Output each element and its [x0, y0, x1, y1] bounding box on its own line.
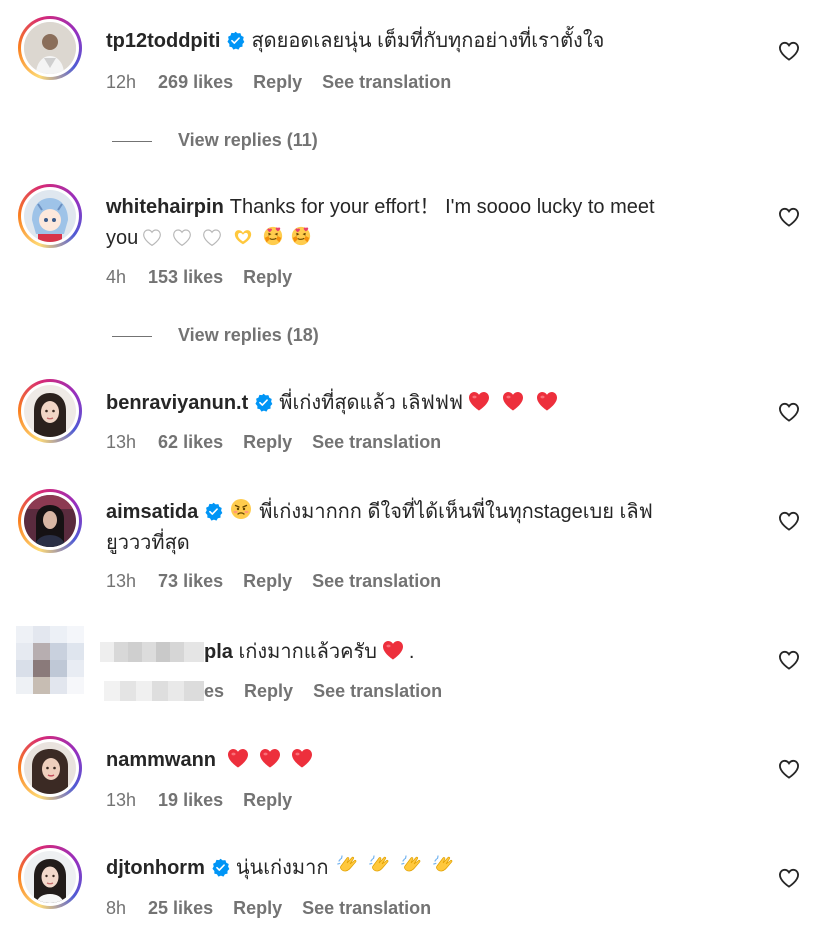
comment-username[interactable]: tp12toddpiti: [106, 30, 220, 52]
avatar-image: [24, 742, 76, 794]
comment-text: พี่เก่งที่สุดแล้ว เลิฟฟฟ: [279, 392, 464, 414]
comment-likes[interactable]: 25 likes: [148, 898, 213, 918]
comment-time: 13h: [106, 790, 137, 810]
see-translation-button[interactable]: See translation: [313, 681, 442, 701]
comment-time: 12h: [106, 72, 137, 92]
red-heart-icon: [501, 390, 525, 412]
comment-likes[interactable]: 62 likes: [158, 432, 223, 452]
reply-button[interactable]: Reply: [233, 898, 282, 918]
avatar[interactable]: [18, 184, 82, 248]
hugging-face-icon: [290, 225, 312, 247]
avatar[interactable]: [18, 16, 82, 80]
like-heart-icon[interactable]: [778, 511, 800, 531]
red-heart-icon: [290, 747, 314, 769]
comment-username[interactable]: djtonhorm: [106, 857, 205, 879]
white-heart-icon: [202, 228, 222, 247]
red-heart-icon: [258, 747, 282, 769]
comment-likes[interactable]: 19 likes: [158, 790, 223, 810]
avatar-image: [24, 495, 76, 547]
see-translation-button[interactable]: See translation: [312, 432, 441, 452]
comment-text-tail: .: [408, 641, 415, 663]
comment-text: นุ่นเก่งมาก: [235, 857, 329, 879]
comment-time: 13h: [106, 432, 137, 452]
see-translation-button[interactable]: See translation: [312, 571, 441, 591]
avatar-image: [24, 851, 76, 903]
comment-username[interactable]: whitehairpin: [106, 196, 224, 218]
verified-badge-icon: [211, 858, 230, 877]
reply-button[interactable]: Reply: [243, 790, 292, 810]
comment-text: พี่เก่งมากกก ดีใจที่ได้เห็นพี่ในทุกstage…: [259, 501, 653, 523]
clapping-hands-icon: [336, 853, 360, 877]
blurred-meta: [104, 681, 204, 701]
like-heart-icon[interactable]: [778, 868, 800, 888]
white-heart-icon: [172, 228, 192, 247]
comment-username[interactable]: aimsatida: [106, 501, 198, 523]
clapping-hands-icon: [400, 853, 424, 877]
red-heart-icon: [226, 747, 250, 769]
red-heart-icon: [535, 390, 559, 412]
reply-button[interactable]: Reply: [244, 681, 293, 701]
comment-text: สุดยอดเลยนุ่น เต็มที่กับทุกอย่างที่เราตั…: [251, 30, 605, 52]
comment-username-partial[interactable]: pla: [204, 641, 233, 663]
blurred-username: [100, 642, 204, 662]
reply-button[interactable]: Reply: [253, 72, 302, 92]
red-heart-icon: [467, 390, 491, 412]
verified-badge-icon: [254, 393, 273, 412]
like-heart-icon[interactable]: [778, 759, 800, 779]
comment-likes-partial[interactable]: es: [204, 681, 224, 701]
divider-line: [112, 140, 152, 142]
comment-time: 8h: [106, 898, 127, 918]
like-heart-icon[interactable]: [778, 402, 800, 422]
avatar[interactable]: [18, 489, 82, 553]
like-heart-icon[interactable]: [778, 650, 800, 670]
hugging-face-icon: [262, 225, 284, 247]
avatar[interactable]: [18, 845, 82, 909]
comment-text-continued: you: [106, 227, 139, 249]
red-heart-icon: [381, 639, 405, 661]
avatar[interactable]: [18, 379, 82, 443]
divider-line: [112, 335, 152, 337]
comment-likes[interactable]: 73 likes: [158, 571, 223, 591]
view-replies-button[interactable]: View replies (11): [112, 130, 318, 151]
verified-badge-icon: [226, 31, 245, 50]
clapping-hands-icon: [368, 853, 392, 877]
reply-button[interactable]: Reply: [243, 432, 292, 452]
reply-button[interactable]: Reply: [243, 571, 292, 591]
white-heart-icon: [142, 228, 162, 247]
comment-text: Thanks for your effort！ I'm soooo lucky …: [229, 196, 655, 218]
see-translation-button[interactable]: See translation: [322, 72, 451, 92]
comment-time: 13h: [106, 571, 137, 591]
comment-text: เก่งมากแล้วครับ: [238, 641, 377, 663]
avatar-image: [24, 190, 76, 242]
comment-text-continued: ยูวววที่สุด: [106, 532, 190, 554]
verified-badge-icon: [204, 502, 223, 521]
avatar-image: [24, 22, 76, 74]
comment-time: 4h: [106, 267, 127, 287]
avatar[interactable]: [18, 736, 82, 800]
view-replies-button[interactable]: View replies (18): [112, 325, 319, 346]
blurred-avatar[interactable]: [16, 626, 84, 694]
see-translation-button[interactable]: See translation: [302, 898, 431, 918]
comment-likes[interactable]: 153 likes: [148, 267, 223, 287]
avatar-image: [24, 385, 76, 437]
comment-likes[interactable]: 269 likes: [158, 72, 233, 92]
comment-username[interactable]: nammwann: [106, 749, 216, 771]
pouting-face-icon: [229, 497, 253, 521]
clapping-hands-icon: [432, 853, 456, 877]
reply-button[interactable]: Reply: [243, 267, 292, 287]
like-heart-icon[interactable]: [778, 207, 800, 227]
heart-hands-icon: [232, 227, 254, 247]
like-heart-icon[interactable]: [778, 41, 800, 61]
comment-username[interactable]: benraviyanun.t: [106, 392, 248, 414]
